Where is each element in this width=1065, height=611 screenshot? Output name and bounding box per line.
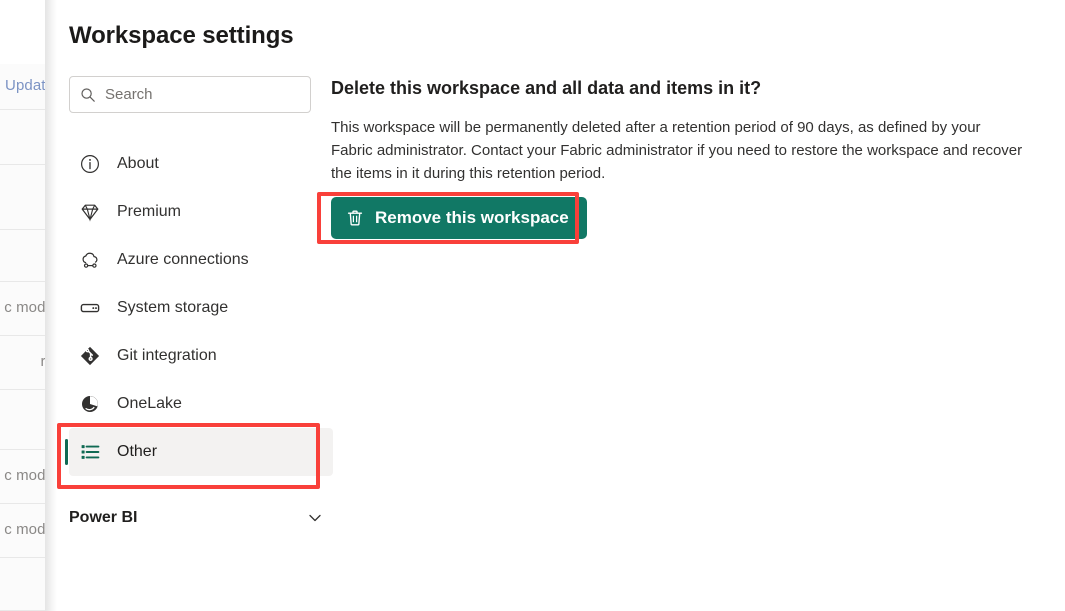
onelake-icon [79, 393, 101, 415]
sidebar-item-azure-connections[interactable]: Azure connections [69, 236, 333, 284]
selection-indicator [65, 439, 68, 465]
sidebar-item-label: System storage [117, 299, 228, 317]
sidebar-item-label: About [117, 155, 159, 173]
sidebar-item-label: Azure connections [117, 251, 249, 269]
sidebar-item-label: Other [117, 443, 157, 461]
workspace-settings-panel: Workspace settings About Premium Azure con… [45, 0, 1065, 611]
sidebar-item-onelake[interactable]: OneLake [69, 380, 333, 428]
sidebar-item-label: Premium [117, 203, 181, 221]
diamond-icon [79, 201, 101, 223]
delete-section-heading: Delete this workspace and all data and i… [331, 78, 1031, 99]
remove-workspace-button[interactable]: Remove this workspace [331, 197, 587, 239]
screenshot-root: Updatedc moderdc modec mode Workspace se… [0, 0, 1065, 611]
sidebar-item-git-integration[interactable]: Git integration [69, 332, 333, 380]
chevron-down-icon[interactable] [307, 510, 323, 526]
section-power-bi-label: Power BI [69, 509, 137, 527]
sidebar-item-other[interactable]: Other [69, 428, 333, 476]
storage-icon [79, 297, 101, 319]
trash-icon [345, 208, 365, 228]
section-power-bi[interactable]: Power BI [69, 498, 333, 538]
sidebar-item-about[interactable]: About [69, 140, 333, 188]
list-icon [79, 441, 101, 463]
cloud-connection-icon [79, 249, 101, 271]
settings-content: Delete this workspace and all data and i… [331, 0, 1065, 611]
search-icon [80, 87, 96, 103]
sidebar-item-premium[interactable]: Premium [69, 188, 333, 236]
remove-workspace-button-label: Remove this workspace [375, 208, 569, 228]
search-box[interactable] [69, 76, 311, 113]
search-input[interactable] [105, 86, 300, 103]
info-icon [79, 153, 101, 175]
sidebar-item-system-storage[interactable]: System storage [69, 284, 333, 332]
sidebar-item-label: OneLake [117, 395, 182, 413]
git-icon [79, 345, 101, 367]
settings-nav: About Premium Azure connections System stor… [69, 140, 333, 476]
page-title: Workspace settings [69, 22, 294, 50]
sidebar-item-label: Git integration [117, 347, 217, 365]
delete-section-description: This workspace will be permanently delet… [331, 116, 1023, 185]
